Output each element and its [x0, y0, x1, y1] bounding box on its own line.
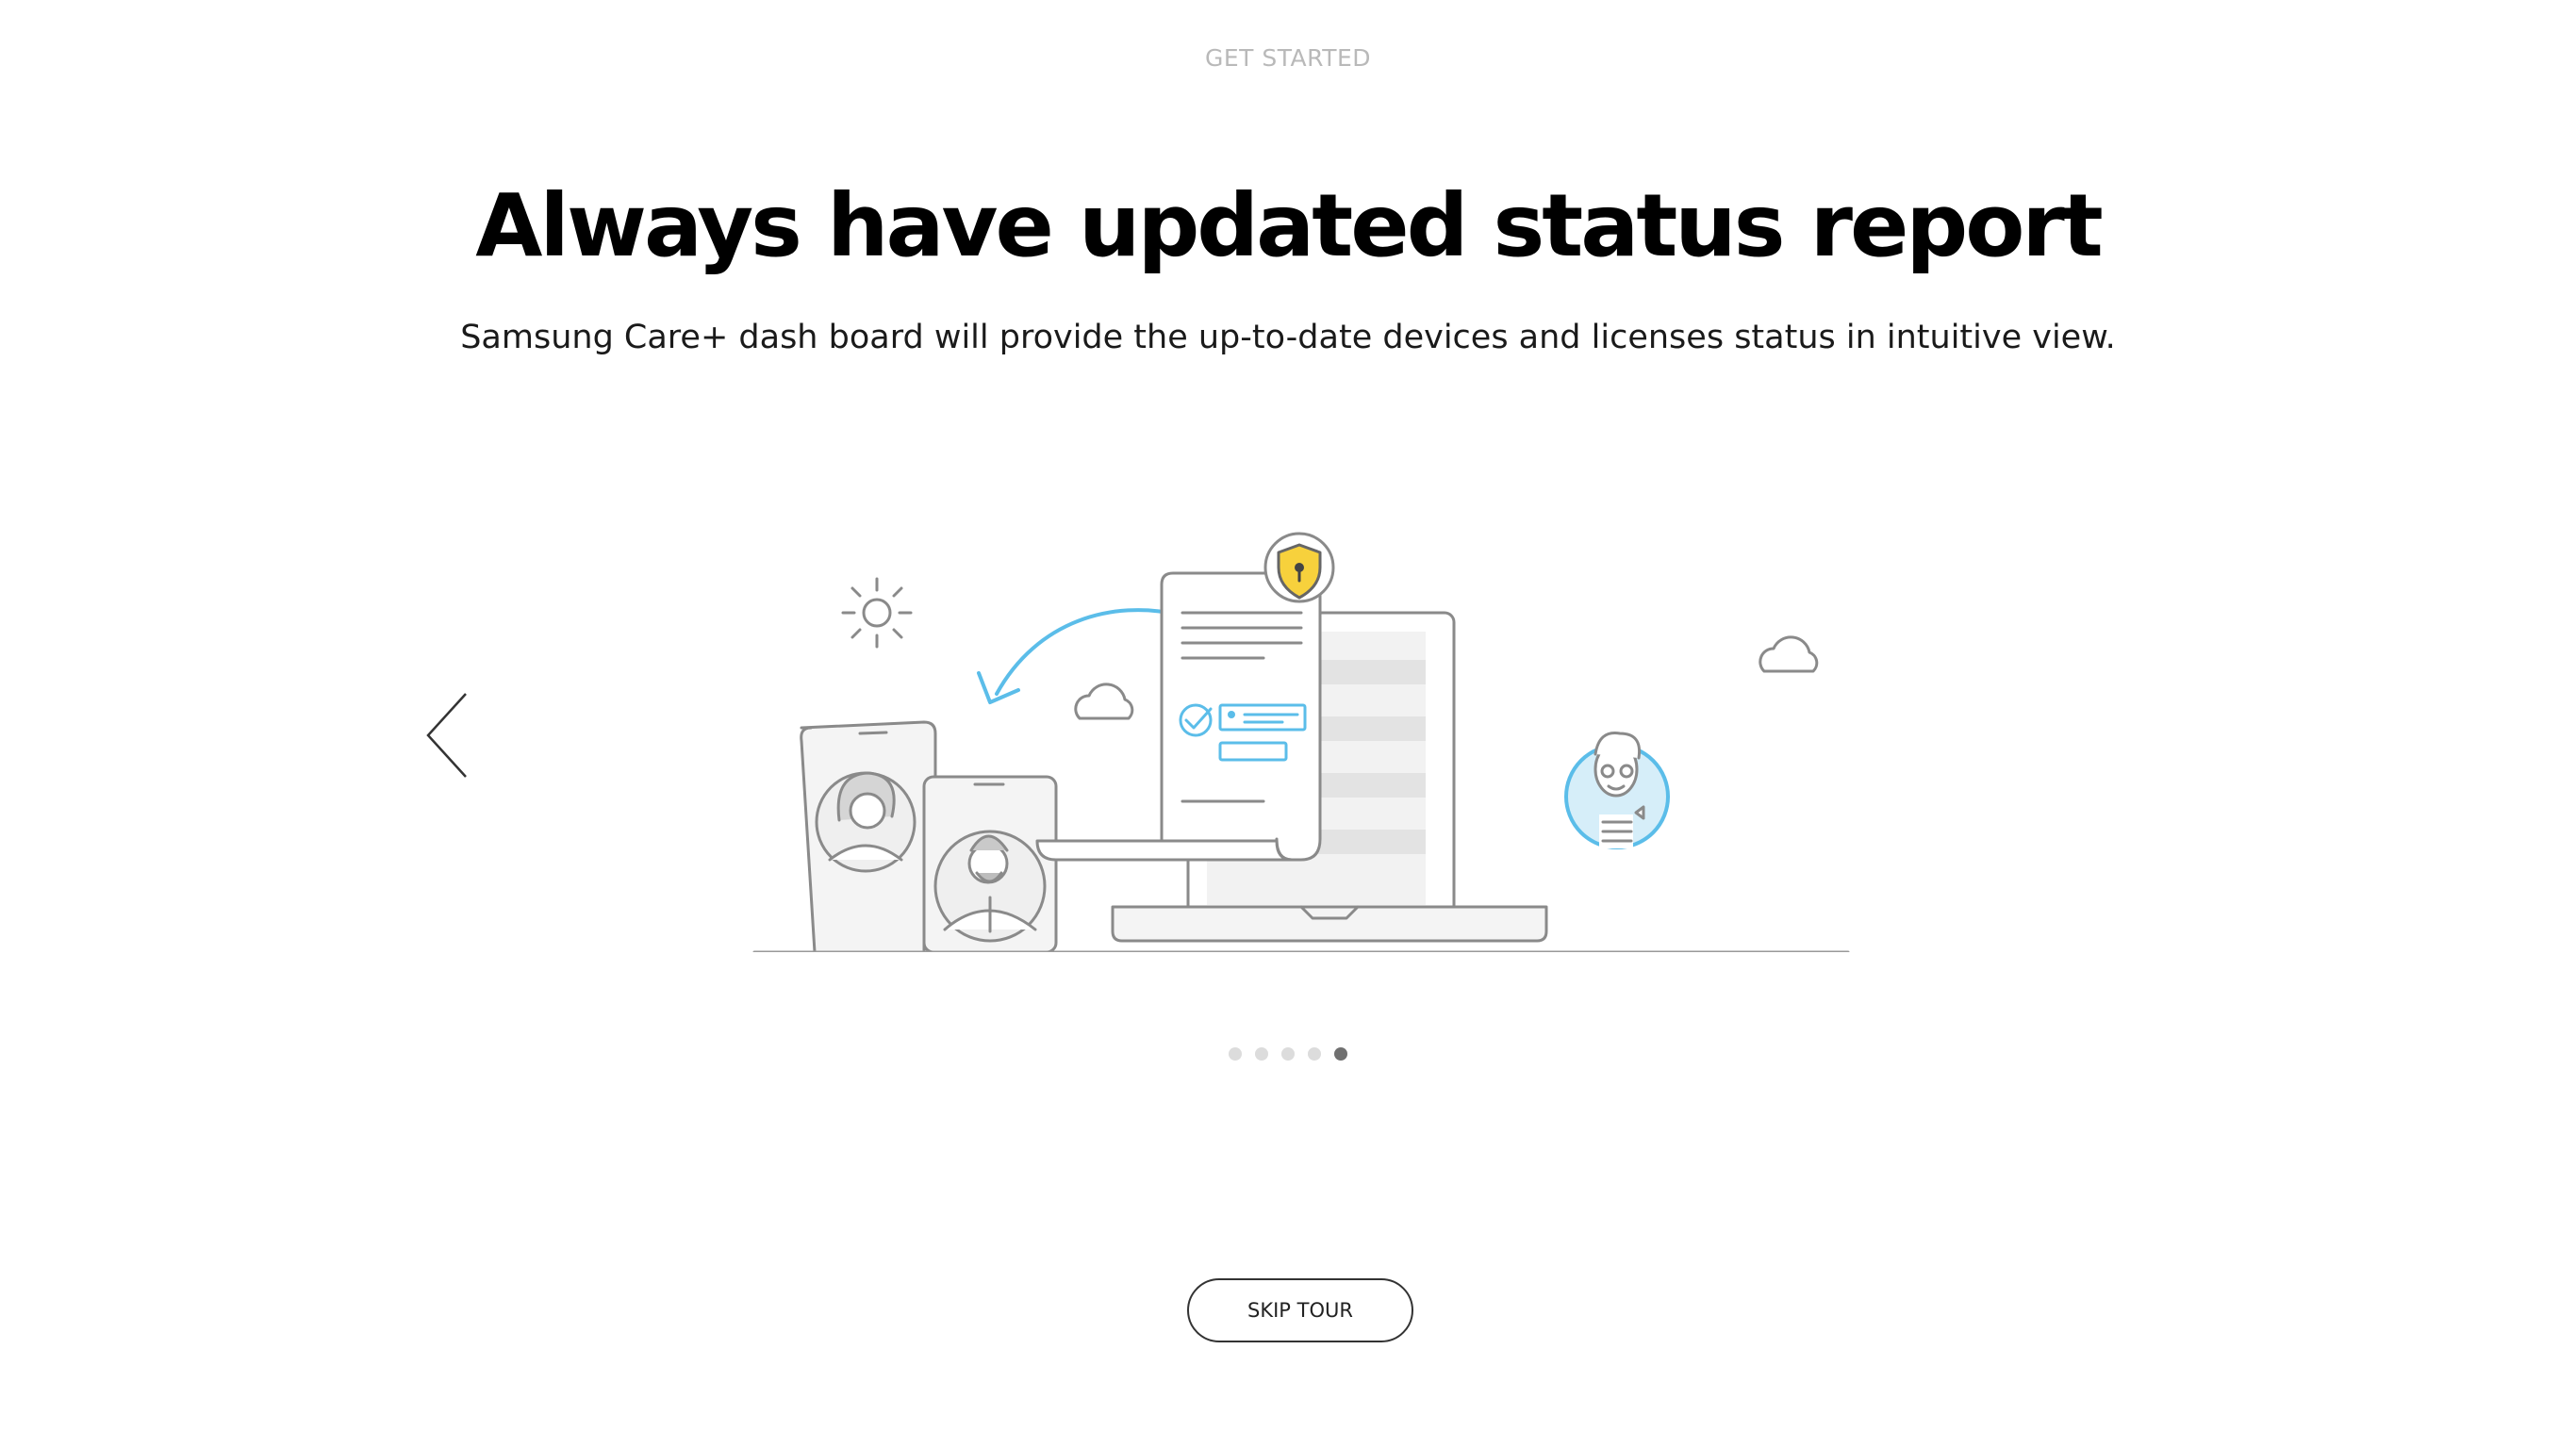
skip-tour-button[interactable]: SKIP TOUR	[1187, 1278, 1413, 1342]
phone-icon	[800, 720, 937, 952]
cloud-icon	[1074, 683, 1134, 720]
pagination-dot-active[interactable]	[1334, 1047, 1347, 1061]
cloud-icon	[1759, 635, 1819, 673]
carousel-pagination	[0, 1047, 2576, 1061]
chevron-left-icon	[426, 693, 467, 778]
status-report-illustration	[752, 532, 1850, 952]
page-title: Always have updated status report	[475, 175, 2104, 276]
previous-slide-button[interactable]	[421, 688, 477, 782]
pagination-dot[interactable]	[1308, 1047, 1321, 1061]
avatar-icon	[1564, 731, 1670, 849]
shield-lock-icon	[1263, 532, 1335, 603]
pagination-dot[interactable]	[1229, 1047, 1242, 1061]
phone-icon	[922, 775, 1058, 952]
sun-icon	[841, 577, 913, 649]
get-started-label: GET STARTED	[1204, 44, 1372, 72]
pagination-dot[interactable]	[1255, 1047, 1268, 1061]
pagination-dot[interactable]	[1281, 1047, 1295, 1061]
page-subtitle: Samsung Care+ dash board will provide th…	[460, 319, 2116, 356]
